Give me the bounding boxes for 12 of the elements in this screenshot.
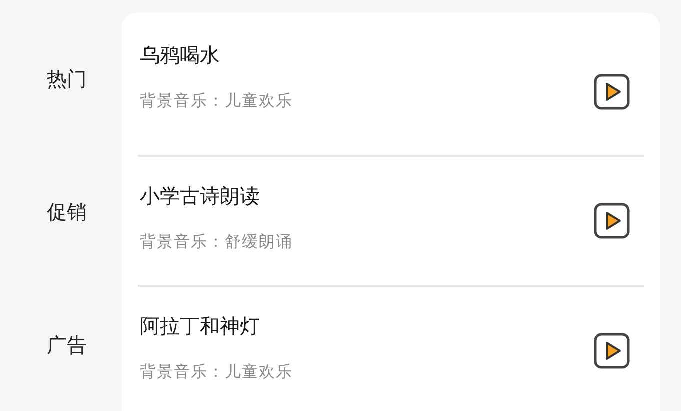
item-subtitle: 背景音乐：舒缓朗诵 <box>140 232 294 253</box>
category-tab[interactable]: 广告 <box>35 332 87 359</box>
item-subtitle: 背景音乐：儿童欢乐 <box>140 362 294 383</box>
category-tab[interactable]: 热门 <box>35 66 87 93</box>
play-icon[interactable] <box>594 203 630 239</box>
category-tab[interactable]: 促销 <box>35 199 87 226</box>
play-icon[interactable] <box>594 333 630 369</box>
item-subtitle: 背景音乐：儿童欢乐 <box>140 91 294 112</box>
item-title: 小学古诗朗读 <box>140 183 261 210</box>
item-title: 乌鸦喝水 <box>140 42 221 69</box>
item-title: 阿拉丁和神灯 <box>140 313 261 340</box>
play-icon[interactable] <box>594 74 630 110</box>
